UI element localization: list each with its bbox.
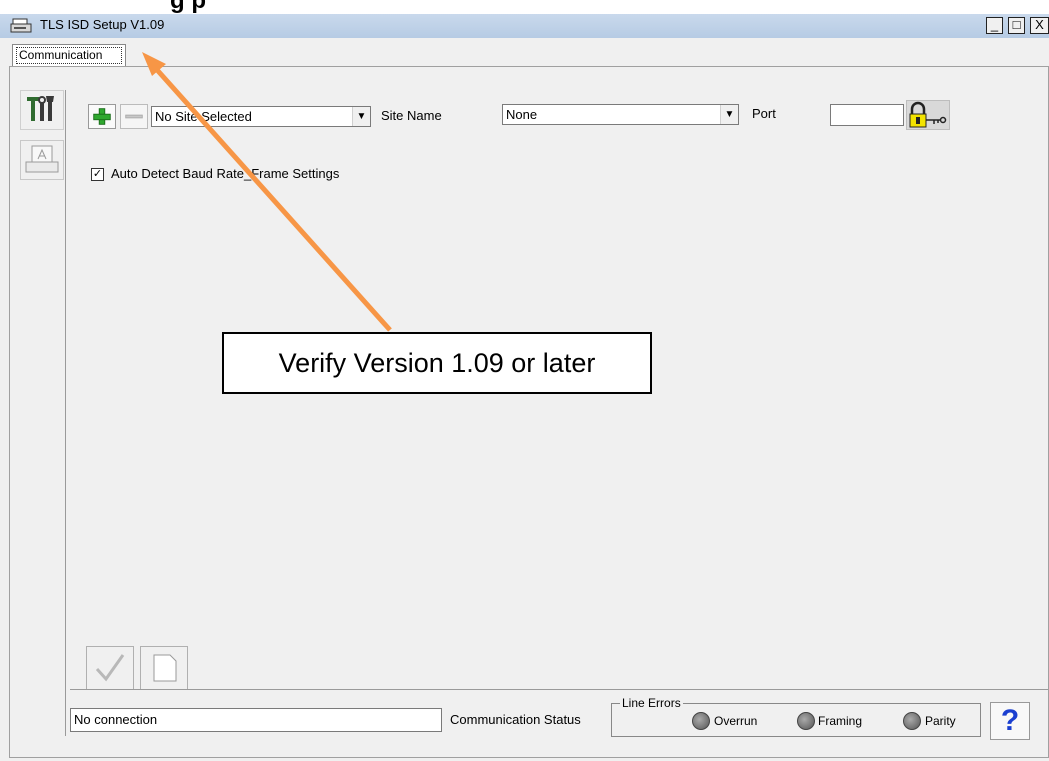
help-button[interactable]: ? [990,702,1030,740]
chevron-down-icon[interactable]: ▼ [720,105,738,124]
parity-label: Parity [925,714,956,728]
bottom-separator [70,689,1048,690]
site-name-value: None [506,107,538,122]
apply-button[interactable] [86,646,134,690]
left-toolbar [18,90,66,736]
tools-icon[interactable] [20,90,64,130]
parity-indicator [903,712,921,730]
close-button[interactable]: X [1030,17,1049,34]
blank-page-icon [153,654,177,682]
overrun-label: Overrun [714,714,758,728]
cropped-header-text: g p [170,0,206,14]
tab-label: Communication [16,47,122,64]
communication-status-label: Communication Status [450,712,581,727]
help-icon: ? [1000,704,1020,737]
port-label: Port [752,106,776,121]
auto-detect-checkbox[interactable]: ✓ [91,168,104,181]
annotation-arrow [142,52,392,332]
add-site-button[interactable] [88,104,116,129]
overrun-indicator [692,712,710,730]
framing-label: Framing [818,714,863,728]
port-input[interactable] [830,104,904,126]
framing-indicator [797,712,815,730]
connection-status-field: No connection [70,708,442,732]
tab-communication[interactable]: Communication [12,44,126,66]
annotation-callout: Verify Version 1.09 or later [222,332,652,394]
new-button[interactable] [140,646,188,690]
checkmark-icon [95,654,125,682]
line-errors-title: Line Errors [620,696,683,710]
site-name-dropdown[interactable]: None ▼ [502,104,739,125]
app-icon [10,18,32,33]
minimize-button[interactable]: _ [986,17,1003,34]
print-icon[interactable] [20,140,64,180]
window-title: TLS ISD Setup V1.09 [40,17,165,32]
lock-icon[interactable] [906,100,950,130]
maximize-button[interactable]: □ [1008,17,1025,34]
